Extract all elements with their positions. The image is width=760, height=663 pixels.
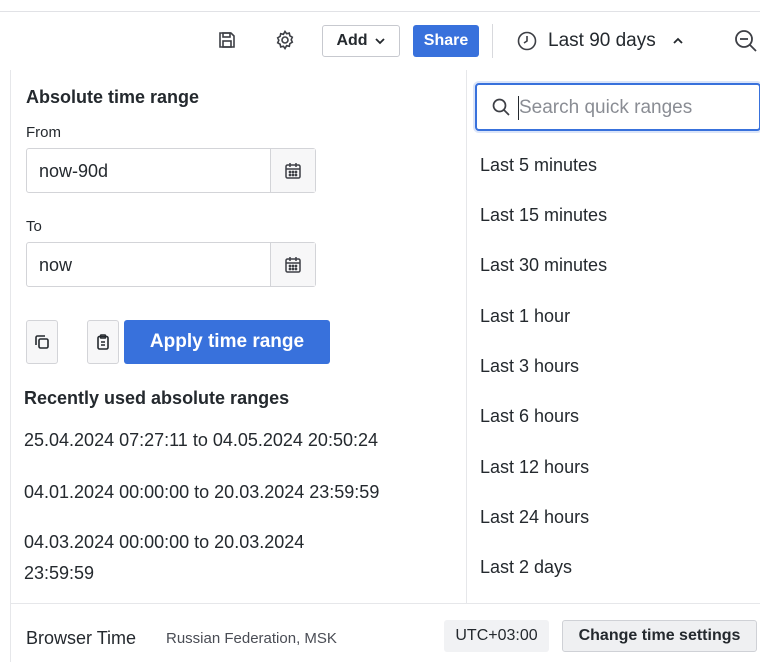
absolute-range-title: Absolute time range bbox=[26, 87, 200, 107]
quick-range-item[interactable]: Last 3 hours bbox=[480, 356, 579, 377]
quick-range-item[interactable]: Last 24 hours bbox=[480, 507, 589, 528]
gear-icon[interactable] bbox=[273, 28, 297, 52]
quick-range-item[interactable]: Last 2 days bbox=[480, 557, 572, 578]
quick-range-item[interactable]: Last 1 hour bbox=[480, 306, 570, 327]
from-value: now-90d bbox=[39, 161, 109, 181]
quick-range-item[interactable]: Last 5 minutes bbox=[480, 155, 597, 176]
from-field[interactable]: now-90d bbox=[26, 148, 316, 193]
add-label: Add bbox=[336, 32, 368, 49]
quick-range-item[interactable]: Last 6 hours bbox=[480, 406, 579, 427]
search-input[interactable] bbox=[517, 91, 756, 125]
utc-offset-badge: UTC+03:00 bbox=[444, 620, 549, 652]
toolbar-divider bbox=[492, 24, 493, 58]
chevron-down-icon bbox=[374, 38, 385, 45]
to-label: To bbox=[26, 218, 42, 235]
browser-time-label: Browser Time bbox=[26, 628, 137, 648]
quick-range-search[interactable] bbox=[475, 83, 760, 131]
calendar-icon[interactable] bbox=[270, 149, 315, 192]
recent-range-item[interactable]: 04.03.2024 00:00:00 to 20.03.2024 bbox=[24, 528, 464, 556]
from-label: From bbox=[26, 124, 61, 141]
to-field[interactable]: now bbox=[26, 242, 316, 287]
add-button[interactable]: Add bbox=[322, 25, 400, 57]
timezone-location: Russian Federation, MSK bbox=[166, 630, 337, 647]
absolute-range-section: Absolute time range From now-90d To now bbox=[11, 70, 466, 603]
copy-time-range-button[interactable] bbox=[26, 320, 58, 364]
change-time-settings-button[interactable]: Change time settings bbox=[562, 620, 757, 652]
calendar-icon[interactable] bbox=[270, 243, 315, 286]
clock-icon bbox=[517, 31, 537, 51]
clipboard-icon bbox=[97, 334, 109, 350]
quick-ranges-section: Last 5 minutes Last 15 minutes Last 30 m… bbox=[466, 70, 760, 603]
time-range-picker-button[interactable]: Last 90 days bbox=[516, 25, 716, 57]
recent-ranges-title: Recently used absolute ranges bbox=[24, 388, 290, 408]
copy-icon bbox=[35, 335, 49, 349]
recent-range-item[interactable]: 04.01.2024 00:00:00 to 20.03.2024 23:59:… bbox=[24, 478, 464, 506]
recent-range-item[interactable]: 25.04.2024 07:27:11 to 04.05.2024 20:50:… bbox=[24, 426, 464, 454]
text-cursor bbox=[518, 96, 519, 120]
paste-time-range-button[interactable] bbox=[87, 320, 119, 364]
to-value: now bbox=[39, 255, 73, 275]
recent-range-item-continued[interactable]: 23:59:59 bbox=[24, 559, 464, 587]
search-icon bbox=[492, 98, 510, 116]
zoom-out-icon[interactable] bbox=[733, 28, 759, 54]
quick-range-item[interactable]: Last 12 hours bbox=[480, 457, 589, 478]
time-settings-footer: Browser Time Russian Federation, MSK UTC… bbox=[11, 603, 760, 663]
save-icon[interactable] bbox=[215, 28, 239, 52]
apply-time-range-button[interactable]: Apply time range bbox=[124, 320, 330, 364]
quick-range-item[interactable]: Last 30 minutes bbox=[480, 255, 607, 276]
time-picker-panel: Absolute time range From now-90d To now bbox=[10, 70, 760, 663]
dashboard-toolbar: Add Share Last 90 days bbox=[0, 12, 760, 70]
share-button[interactable]: Share bbox=[413, 25, 479, 57]
quick-range-item[interactable]: Last 15 minutes bbox=[480, 205, 607, 226]
time-range-label: Last 90 days bbox=[548, 30, 656, 51]
chevron-up-icon bbox=[673, 37, 683, 44]
